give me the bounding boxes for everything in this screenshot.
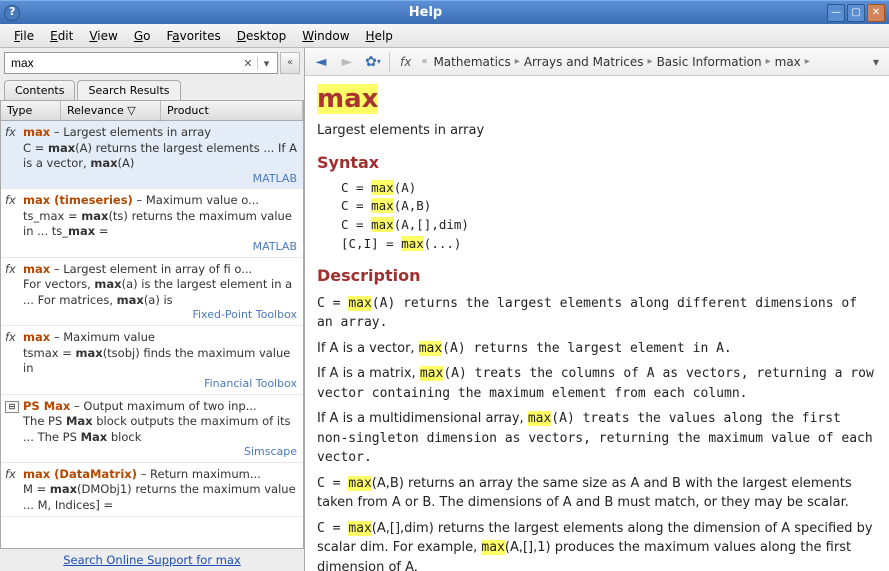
breadcrumb-item[interactable]: Mathematics bbox=[433, 55, 510, 69]
chevron-right-icon: ▸ bbox=[648, 56, 653, 67]
breadcrumb-item[interactable]: Basic Information bbox=[657, 55, 762, 69]
chevron-left-icon: « bbox=[421, 56, 427, 67]
nav-forward-button[interactable]: ► bbox=[337, 52, 357, 72]
results-header: Type Relevance ▽ Product bbox=[0, 100, 304, 121]
chevron-right-icon: ▸ bbox=[766, 56, 771, 67]
clear-search-icon[interactable]: ✕ bbox=[239, 57, 257, 70]
result-desc: tsmax = max(tsobj) finds the maximum val… bbox=[23, 346, 297, 377]
menu-window[interactable]: Window bbox=[294, 26, 357, 46]
fx-icon: fx bbox=[5, 330, 23, 346]
result-name: max bbox=[23, 125, 50, 139]
result-item[interactable]: ⊟PS Max – Output maximum of two inp...Th… bbox=[1, 395, 303, 463]
description-heading: Description bbox=[317, 264, 877, 288]
result-product: Financial Toolbox bbox=[5, 377, 297, 392]
tab-contents[interactable]: Contents bbox=[4, 80, 75, 100]
result-product: Fixed-Point Toolbox bbox=[5, 308, 297, 323]
result-item[interactable]: fxmax (timeseries) – Maximum value o...t… bbox=[1, 189, 303, 257]
result-desc: ts_max = max(ts) returns the maximum val… bbox=[23, 209, 297, 240]
page-title: max bbox=[317, 80, 378, 119]
desc-p4: If A is a multidimensional array, max(A)… bbox=[317, 409, 877, 468]
menu-help[interactable]: Help bbox=[358, 26, 401, 46]
right-pane: ◄ ► ✿▾ fx « Mathematics ▸ Arrays and Matri… bbox=[305, 48, 889, 571]
menubar: File Edit View Go Favorites Desktop Wind… bbox=[0, 24, 889, 48]
col-type[interactable]: Type bbox=[1, 101, 61, 120]
collapse-pane-button[interactable]: « bbox=[280, 52, 300, 74]
menu-go[interactable]: Go bbox=[126, 26, 159, 46]
desc-p1: C = max(A) returns the largest elements … bbox=[317, 294, 877, 333]
menu-favorites[interactable]: Favorites bbox=[158, 26, 228, 46]
result-name: max (DataMatrix) bbox=[23, 467, 137, 481]
search-input[interactable] bbox=[7, 56, 239, 70]
col-product[interactable]: Product bbox=[161, 101, 303, 120]
desc-p2: If A is a vector, max(A) returns the lar… bbox=[317, 339, 877, 359]
online-support-link[interactable]: Search Online Support for max bbox=[63, 553, 241, 567]
doc-body[interactable]: max Largest elements in array Syntax C =… bbox=[305, 76, 889, 571]
desc-p3: If A is a matrix, max(A) treats the colu… bbox=[317, 364, 877, 403]
menu-file[interactable]: File bbox=[6, 26, 42, 46]
nav-back-button[interactable]: ◄ bbox=[311, 52, 331, 72]
desc-p5: C = max(A,B) returns an array the same s… bbox=[317, 474, 877, 513]
nav-toolbar: ◄ ► ✿▾ fx « Mathematics ▸ Arrays and Matri… bbox=[305, 48, 889, 76]
result-product: Simscape bbox=[5, 445, 297, 460]
desc-p6: C = max(A,[],dim) returns the largest el… bbox=[317, 519, 877, 571]
breadcrumb-item[interactable]: max bbox=[775, 55, 801, 69]
breadcrumb-item[interactable]: Arrays and Matrices bbox=[524, 55, 644, 69]
toolbar-separator bbox=[389, 52, 390, 72]
chevron-right-icon: ▸ bbox=[515, 56, 520, 67]
result-item[interactable]: fxmax (DataMatrix) – Return maximum...M … bbox=[1, 463, 303, 517]
result-item[interactable]: fxmax – Largest elements in arrayC = max… bbox=[1, 121, 303, 189]
menu-view[interactable]: View bbox=[81, 26, 125, 46]
maximize-button[interactable]: ▢ bbox=[847, 4, 865, 22]
result-item[interactable]: fxmax – Largest element in array of fi o… bbox=[1, 258, 303, 326]
search-box[interactable]: ✕ ▾ bbox=[4, 52, 278, 74]
block-icon: ⊟ bbox=[5, 401, 19, 413]
online-support-link-row: Search Online Support for max bbox=[0, 549, 304, 571]
tabs: Contents Search Results bbox=[0, 78, 304, 100]
result-desc: For vectors, max(a) is the largest eleme… bbox=[23, 277, 297, 308]
left-pane: ✕ ▾ « Contents Search Results Type Relev… bbox=[0, 48, 305, 571]
result-product: MATLAB bbox=[5, 172, 297, 187]
fx-icon: fx bbox=[5, 125, 23, 141]
syntax-heading: Syntax bbox=[317, 151, 877, 175]
result-desc: M = max(DMObj1) returns the maximum valu… bbox=[23, 482, 297, 513]
result-name: PS Max bbox=[23, 399, 70, 413]
window-titlebar: Help — ▢ ✕ bbox=[0, 0, 889, 24]
result-item[interactable]: fxmax – Maximum valuetsmax = max(tsobj) … bbox=[1, 326, 303, 394]
nav-gear-button[interactable]: ✿▾ bbox=[363, 52, 383, 72]
breadcrumb-fx-icon: fx bbox=[396, 55, 415, 69]
sort-desc-icon: ▽ bbox=[127, 104, 135, 117]
fx-icon: fx bbox=[5, 262, 23, 278]
breadcrumb: Mathematics ▸ Arrays and Matrices ▸ Basic In… bbox=[433, 55, 863, 69]
breadcrumb-dropdown[interactable]: ▾ bbox=[869, 55, 883, 69]
chevron-right-icon: ▸ bbox=[805, 56, 810, 67]
help-app-icon bbox=[4, 5, 20, 21]
fx-icon: fx bbox=[5, 467, 23, 483]
menu-desktop[interactable]: Desktop bbox=[229, 26, 295, 46]
tab-search-results[interactable]: Search Results bbox=[77, 80, 180, 100]
col-relevance[interactable]: Relevance ▽ bbox=[61, 101, 161, 120]
result-product: MATLAB bbox=[5, 240, 297, 255]
page-lead: Largest elements in array bbox=[317, 121, 877, 141]
syntax-block: C = max(A) C = max(A,B) C = max(A,[],dim… bbox=[341, 179, 877, 254]
menu-edit[interactable]: Edit bbox=[42, 26, 81, 46]
results-list[interactable]: fxmax – Largest elements in arrayC = max… bbox=[0, 121, 304, 549]
result-name: max (timeseries) bbox=[23, 193, 133, 207]
result-name: max bbox=[23, 262, 50, 276]
minimize-button[interactable]: — bbox=[827, 4, 845, 22]
result-desc: The PS Max block outputs the maximum of … bbox=[23, 414, 297, 445]
result-name: max bbox=[23, 330, 50, 344]
close-button[interactable]: ✕ bbox=[867, 4, 885, 22]
fx-icon: fx bbox=[5, 193, 23, 209]
search-go-icon[interactable]: ▾ bbox=[257, 57, 275, 70]
result-desc: C = max(A) returns the largest elements … bbox=[23, 141, 297, 172]
window-title: Help bbox=[26, 5, 825, 20]
